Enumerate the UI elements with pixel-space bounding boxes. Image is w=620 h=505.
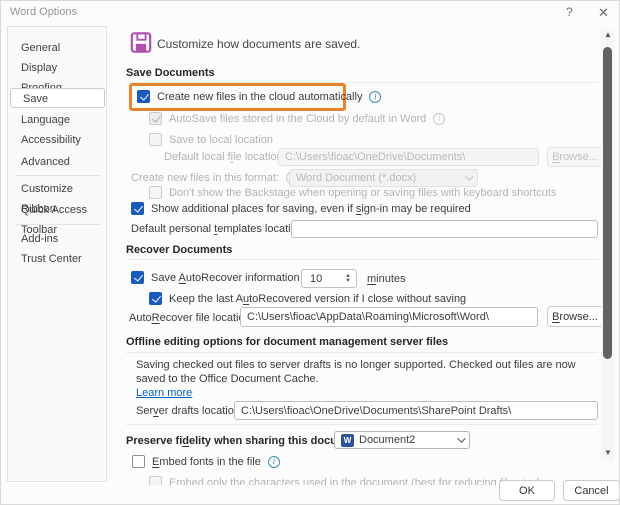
default-local-input: [278, 148, 539, 166]
sidebar-item-save[interactable]: Save: [10, 88, 105, 108]
scrollbar-thumb[interactable]: [603, 47, 612, 359]
word-options-dialog: Word Options ? ✕ General Display Proofin…: [0, 0, 620, 505]
format-label: Create new files in this format:: [131, 172, 279, 184]
browse-button-default-local: Browse...: [547, 147, 603, 167]
spinner-down-icon[interactable]: ▼: [345, 279, 351, 284]
autorecover-location-label: AutoRecover file location:: [129, 312, 254, 324]
offline-editing-body: Saving checked out files to server draft…: [136, 358, 594, 386]
autosave-cloud-label: AutoSave files stored in the Cloud by de…: [169, 113, 426, 125]
create-cloud-label[interactable]: Create new files in the cloud automatica…: [157, 91, 362, 103]
sidebar-item-trust-center[interactable]: Trust Center: [9, 249, 105, 269]
embed-chars-label: Embed only the characters used in the do…: [169, 477, 540, 486]
embed-fonts-row: Embed fonts in the file: [132, 455, 280, 468]
sidebar-item-advanced[interactable]: Advanced: [9, 152, 105, 172]
minutes-label: minutes: [367, 273, 406, 285]
templates-input[interactable]: [291, 220, 598, 238]
help-icon[interactable]: ?: [566, 5, 573, 19]
autosave-cloud-checkbox: [149, 112, 162, 125]
sidebar-item-accessibility[interactable]: Accessibility: [9, 130, 105, 150]
autosave-cloud-row: AutoSave files stored in the Cloud by de…: [149, 112, 445, 125]
chevron-down-icon: [457, 434, 465, 442]
keep-last-checkbox[interactable]: [149, 292, 162, 305]
keep-last-label[interactable]: Keep the last AutoRecovered version if I…: [169, 293, 466, 305]
format-dropdown: Word Document (*.docx): [289, 169, 478, 187]
save-local-row: Save to local location: [149, 133, 273, 146]
fidelity-heading: Preserve fidelity when sharing this docu…: [126, 435, 367, 447]
save-local-label: Save to local location: [169, 134, 273, 146]
create-cloud-row: Create new files in the cloud automatica…: [137, 90, 381, 103]
scrollbar-down-icon[interactable]: ▼: [604, 449, 612, 457]
options-sidebar: General Display Proofing Save Language A…: [7, 26, 107, 482]
backstage-checkbox: [149, 186, 162, 199]
section-heading-offline-editing: Offline editing options for document man…: [126, 336, 448, 348]
learn-more-link[interactable]: Learn more: [136, 387, 192, 399]
sidebar-item-add-ins[interactable]: Add-ins: [9, 229, 105, 249]
backstage-row: Don't show the Backstage when opening or…: [149, 186, 556, 199]
embed-chars-checkbox: [149, 476, 162, 485]
chevron-down-icon: [465, 172, 473, 180]
templates-label: Default personal templates location:: [131, 223, 306, 235]
section-heading-recover-documents: Recover Documents: [126, 244, 232, 256]
fidelity-document-value: Document2: [359, 434, 415, 446]
backstage-label: Don't show the Backstage when opening or…: [169, 187, 556, 199]
spinner-arrows[interactable]: ▲▼: [345, 274, 356, 284]
spinner-value[interactable]: 10: [302, 273, 345, 285]
sidebar-item-general[interactable]: General: [9, 38, 105, 58]
additional-places-label[interactable]: Show additional places for saving, even …: [151, 203, 471, 215]
section-rule: [126, 259, 598, 260]
scrollbar-up-icon[interactable]: ▲: [604, 31, 612, 39]
sidebar-divider: [16, 224, 100, 225]
fidelity-document-dropdown[interactable]: W Document2: [334, 431, 470, 449]
ok-button[interactable]: OK: [499, 480, 555, 501]
section-heading-save-documents: Save Documents: [126, 67, 215, 79]
server-drafts-label: Server drafts location:: [136, 405, 243, 417]
embed-fonts-label[interactable]: Embed fonts in the file: [152, 456, 261, 468]
sidebar-item-display[interactable]: Display: [9, 58, 105, 78]
info-icon: [433, 113, 445, 125]
autorecover-minutes-spinner[interactable]: 10 ▲▼: [301, 269, 357, 288]
additional-places-checkbox[interactable]: [131, 202, 144, 215]
create-cloud-checkbox[interactable]: [137, 90, 150, 103]
close-icon[interactable]: ✕: [598, 5, 609, 21]
browse-button-autorecover[interactable]: Browse...: [547, 306, 603, 327]
section-divider: [126, 424, 598, 425]
autorecover-row: Save AutoRecover information every: [131, 271, 330, 284]
keep-last-row: Keep the last AutoRecovered version if I…: [149, 292, 466, 305]
word-document-icon: W: [341, 434, 354, 447]
page-title: Customize how documents are saved.: [157, 37, 360, 51]
save-local-checkbox: [149, 133, 162, 146]
cancel-button[interactable]: Cancel: [563, 480, 620, 501]
embed-fonts-checkbox[interactable]: [132, 455, 145, 468]
autorecover-checkbox[interactable]: [131, 271, 144, 284]
sidebar-item-customize-ribbon[interactable]: Customize Ribbon: [9, 179, 105, 199]
sidebar-item-quick-access-toolbar[interactable]: Quick Access Toolbar: [9, 200, 105, 220]
autorecover-location-input[interactable]: [240, 307, 538, 327]
sidebar-item-language[interactable]: Language: [9, 110, 105, 130]
window-title: Word Options: [10, 6, 77, 18]
section-rule: [126, 352, 598, 353]
format-value: Word Document (*.docx): [296, 172, 416, 184]
info-icon[interactable]: [268, 456, 280, 468]
server-drafts-input[interactable]: [234, 401, 598, 420]
floppy-disk-icon: [130, 31, 152, 57]
default-local-label: Default local file location:: [164, 151, 286, 163]
info-icon[interactable]: [369, 91, 381, 103]
additional-places-row: Show additional places for saving, even …: [131, 202, 471, 215]
format-label-row: Create new files in this format:: [131, 172, 298, 184]
sidebar-divider: [16, 175, 100, 176]
